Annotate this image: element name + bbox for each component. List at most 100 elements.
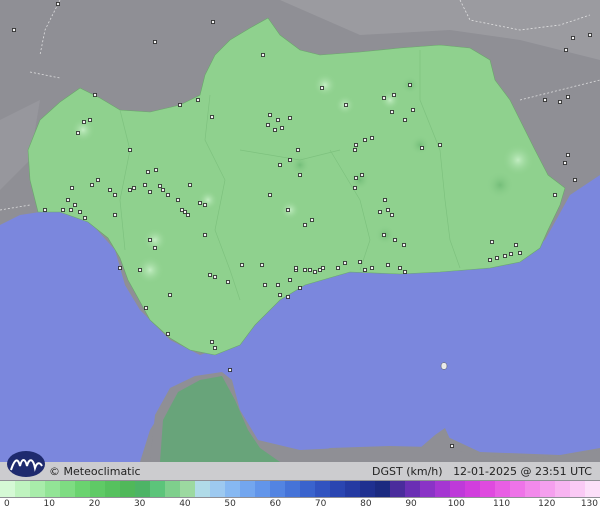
scale-tick-label: 10	[43, 499, 55, 509]
station-marker	[278, 293, 282, 297]
station-marker	[228, 368, 232, 372]
scale-swatch	[255, 481, 270, 497]
station-marker	[210, 115, 214, 119]
station-marker	[313, 270, 317, 274]
scale-swatch	[390, 481, 405, 497]
meteoclimatic-logo-icon	[7, 451, 45, 477]
station-marker	[93, 93, 97, 97]
scale-swatch	[225, 481, 240, 497]
station-marker	[298, 286, 302, 290]
scale-tick-label: 30	[133, 499, 146, 509]
station-marker	[288, 278, 292, 282]
station-marker	[573, 178, 577, 182]
station-marker	[411, 108, 415, 112]
station-marker	[88, 118, 92, 122]
color-scale	[0, 481, 600, 497]
scale-swatch	[15, 481, 30, 497]
station-marker	[588, 33, 592, 37]
scale-swatch	[45, 481, 60, 497]
station-marker	[403, 118, 407, 122]
station-marker	[344, 103, 348, 107]
station-marker	[571, 36, 575, 40]
station-marker	[168, 293, 172, 297]
station-marker	[78, 210, 82, 214]
station-marker	[203, 203, 207, 207]
station-marker	[383, 198, 387, 202]
scale-swatch	[180, 481, 195, 497]
scale-swatch	[525, 481, 540, 497]
station-marker	[450, 444, 454, 448]
legend-bar: © Meteoclimatic DGST (km/h) 12-01-2025 @…	[0, 451, 600, 517]
scale-tick-label: 20	[88, 499, 101, 509]
station-marker	[61, 208, 65, 212]
station-marker	[113, 213, 117, 217]
station-marker	[296, 148, 300, 152]
station-marker	[354, 176, 358, 180]
station-marker	[210, 340, 214, 344]
scale-tick-label: 60	[269, 499, 282, 509]
station-marker	[153, 246, 157, 250]
scale-swatch	[75, 481, 90, 497]
station-marker	[393, 238, 397, 242]
station-marker	[408, 83, 412, 87]
scale-swatch	[465, 481, 480, 497]
station-marker	[303, 223, 307, 227]
scale-tick-label: 50	[224, 499, 236, 509]
station-marker	[180, 208, 184, 212]
station-marker	[128, 188, 132, 192]
station-marker	[308, 268, 312, 272]
station-marker	[70, 186, 74, 190]
scale-swatch	[450, 481, 465, 497]
station-marker	[558, 100, 562, 104]
station-marker	[564, 48, 568, 52]
station-marker	[76, 131, 80, 135]
station-marker	[43, 208, 47, 212]
station-marker	[96, 178, 100, 182]
station-marker	[263, 283, 267, 287]
station-marker	[488, 258, 492, 262]
station-marker	[503, 254, 507, 258]
scale-swatch	[510, 481, 525, 497]
scale-swatch	[435, 481, 450, 497]
station-marker	[118, 266, 122, 270]
station-marker	[69, 208, 73, 212]
station-marker	[386, 208, 390, 212]
station-marker	[382, 233, 386, 237]
station-marker	[273, 128, 277, 132]
station-marker	[288, 158, 292, 162]
station-marker	[132, 186, 136, 190]
scale-tick-label: 100	[447, 499, 465, 509]
station-marker	[298, 173, 302, 177]
station-marker	[108, 188, 112, 192]
station-marker	[288, 116, 292, 120]
station-marker	[186, 213, 190, 217]
station-marker	[390, 213, 394, 217]
station-marker	[161, 188, 165, 192]
station-marker	[378, 210, 382, 214]
scale-swatch	[150, 481, 165, 497]
station-marker	[266, 123, 270, 127]
station-marker	[196, 98, 200, 102]
alboran-island	[440, 362, 448, 370]
station-marker	[128, 148, 132, 152]
station-marker	[553, 193, 557, 197]
station-marker	[490, 240, 494, 244]
station-marker	[113, 193, 117, 197]
timestamp: 12-01-2025 @ 23:51 UTC	[453, 465, 592, 478]
station-marker	[509, 252, 513, 256]
scale-swatch	[315, 481, 330, 497]
station-marker	[343, 261, 347, 265]
scale-tick-label: 40	[179, 499, 191, 509]
scale-tick-label: 130	[580, 499, 598, 509]
station-marker	[276, 283, 280, 287]
brand-name: © Meteoclimatic	[49, 465, 141, 478]
station-marker	[286, 295, 290, 299]
scale-tick-label: 70	[314, 499, 327, 509]
station-marker	[82, 120, 86, 124]
scale-swatch	[240, 481, 255, 497]
variable-label: DGST (km/h)	[372, 465, 443, 478]
station-marker	[370, 266, 374, 270]
station-marker	[198, 201, 202, 205]
station-marker	[420, 146, 424, 150]
station-marker	[56, 2, 60, 6]
